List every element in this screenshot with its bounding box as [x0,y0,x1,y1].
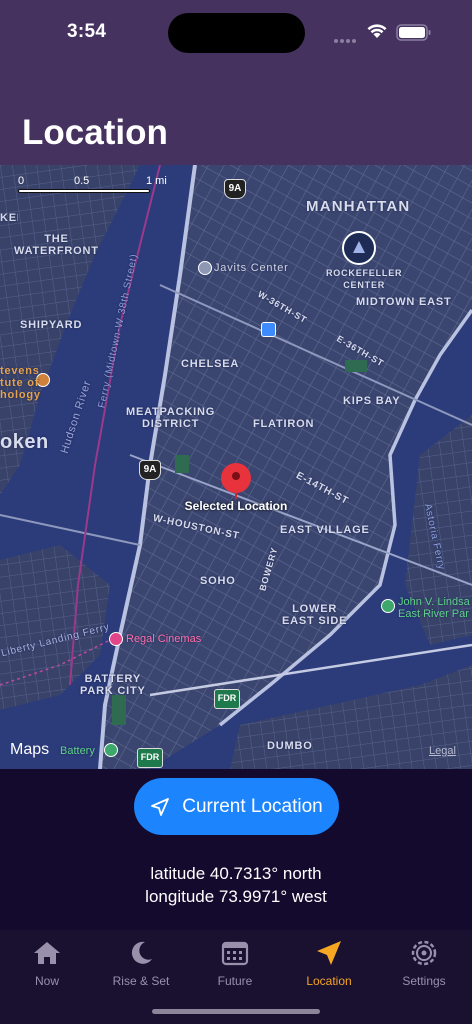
location-arrow-icon [317,941,341,965]
current-location-label: Current Location [182,795,323,817]
label-manhattan: MANHATTAN [306,198,411,215]
location-arrow-icon [151,797,170,816]
label-shipyard: SHIPYARD [20,319,83,331]
scale-label-1mi: 1 mi [146,175,167,187]
label-waterfront: THE WATERFRONT [14,233,99,257]
cinema-icon [109,632,123,646]
header: 3:54 Location [0,0,472,165]
home-indicator [152,1009,320,1014]
label-battery-park-city: BATTERY PARK CITY [80,673,146,697]
transit-bus-icon [261,322,276,337]
label-hoboken: oken [0,431,49,453]
battery-icon [396,24,431,41]
scale-label-half: 0.5 [74,175,90,187]
label-stevens: tevens tute of hology [0,365,41,401]
tab-settings-label: Settings [402,974,446,988]
tab-rise-set-label: Rise & Set [112,974,170,988]
tab-location[interactable]: Location [282,938,376,988]
page-title: Location [22,113,168,152]
label-east-village: EAST VILLAGE [280,524,370,536]
label-battery: Battery [60,745,95,757]
map-scale: 0 0.5 1 mi [18,175,168,193]
current-location-button[interactable]: Current Location [134,778,339,835]
javits-center-icon [198,261,212,275]
rockefeller-center-icon [342,231,376,265]
fdr-shield-2: FDR [137,748,163,768]
selected-location-label: Selected Location [184,499,288,513]
scale-label-0: 0 [18,175,25,187]
tab-now[interactable]: Now [0,938,94,988]
label-midtown-east: MIDTOWN EAST [356,296,452,308]
wifi-icon [367,24,387,38]
label-meatpacking: MEATPACKING DISTRICT [126,406,216,430]
latitude-text: latitude 40.7313° north [150,864,322,883]
apple-maps-logo: Maps [10,741,49,759]
calendar-icon [221,941,249,966]
scale-bar [18,189,150,193]
moon-icon [131,941,152,964]
label-flatiron: FLATIRON [253,418,315,430]
map-view[interactable]: 0 0.5 1 mi 9A 9A FDR FDR MANHATTAN THE W… [0,165,472,769]
coordinates-readout: latitude 40.7313° north longitude 73.997… [0,862,472,908]
gear-icon [411,940,437,966]
tab-settings[interactable]: Settings [377,938,471,988]
status-bar: 3:54 [0,0,472,62]
tab-now-label: Now [34,974,59,988]
label-lower-east-side: LOWER EAST SIDE [282,603,348,627]
fdr-shield-1: FDR [214,689,240,709]
tab-future[interactable]: Future [188,938,282,988]
park-icon [381,599,395,613]
label-kips-bay: KIPS BAY [343,395,401,407]
label-chelsea: CHELSEA [181,358,240,370]
route-9a-shield-top: 9A [224,179,246,199]
label-javits: Javits Center [214,262,289,274]
dynamic-island [168,13,305,53]
tab-future-label: Future [217,974,253,988]
tab-location-label: Location [306,974,352,988]
label-soho: SOHO [200,575,236,587]
label-lindsay-park: John V. Lindsa East River Par [398,596,470,620]
battery-park-icon [104,743,118,757]
maps-brand-text: Maps [10,741,50,758]
selected-location-pin-icon[interactable] [219,462,253,500]
house-icon [34,942,60,964]
cellular-signal-icon [334,30,358,48]
legal-link[interactable]: Legal [429,745,456,757]
tab-rise-set[interactable]: Rise & Set [94,938,188,988]
label-dumbo: DUMBO [267,740,313,752]
route-9a-shield-mid: 9A [139,460,161,480]
status-time: 3:54 [67,21,107,42]
longitude-text: longitude 73.9971° west [145,887,327,906]
label-ken: KEN [0,212,18,224]
label-rockefeller: ROCKEFELLER CENTER [326,268,403,290]
label-regal-cinemas: Regal Cinemas [126,633,202,645]
